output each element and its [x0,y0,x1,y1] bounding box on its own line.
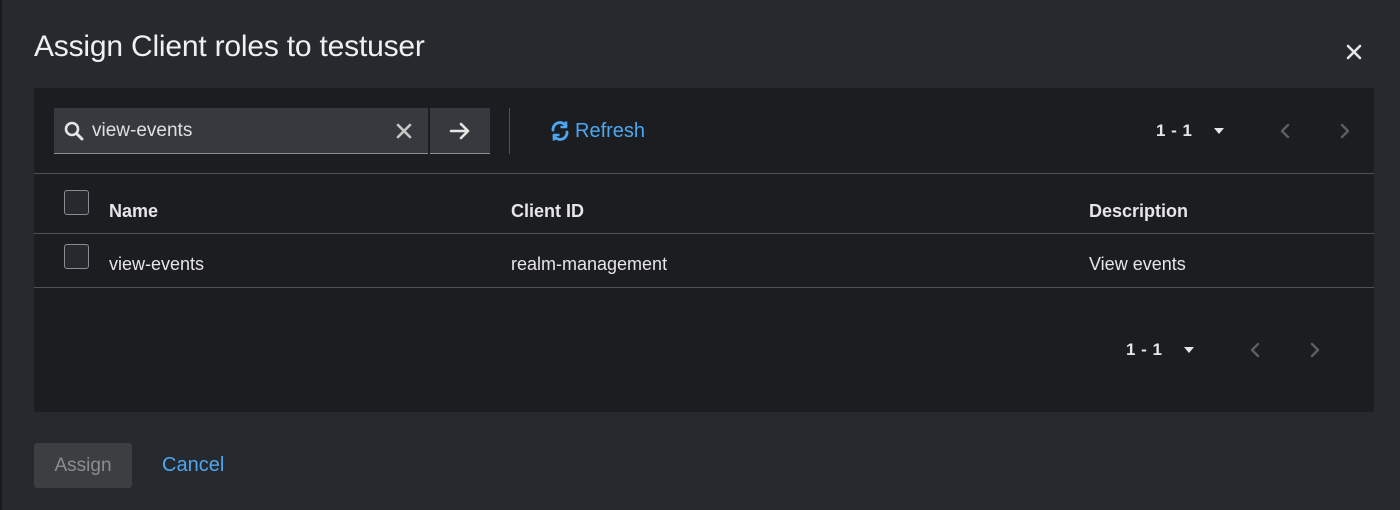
pagination-range: 1 - 1 [1156,121,1193,140]
search-input[interactable] [92,108,382,153]
row-name: view-events [109,254,205,274]
row-description: View events [1089,254,1186,274]
cancel-button[interactable]: Cancel [162,454,224,477]
sync-icon [551,121,569,141]
close-icon [1346,44,1362,60]
arrow-right-icon [449,122,470,139]
chevron-right-icon [1310,342,1319,358]
row-checkbox[interactable] [64,244,89,269]
pagination-range: 1 - 1 [1126,340,1163,359]
chevron-right-icon [1340,123,1349,139]
assign-button[interactable]: Assign [34,443,132,488]
header-name: Name [109,201,159,221]
pagination-bottom: 1 - 1 [1126,337,1335,363]
search-icon [64,121,84,141]
search-submit-button[interactable] [430,108,490,154]
modal-footer: Assign Cancel [34,443,224,488]
caret-down-icon [1183,347,1194,353]
per-page-toggle[interactable] [1213,127,1225,135]
clear-icon [396,123,412,139]
table-row: view-events realm-management View events [34,234,1374,288]
close-button[interactable] [1340,38,1368,66]
roles-table: Name Client ID Description view-events r… [34,174,1374,288]
previous-page-button[interactable] [1235,335,1275,365]
select-all-checkbox[interactable] [64,190,89,215]
refresh-label: Refresh [575,119,646,142]
modal-title: Assign Client roles to testuser [34,30,425,63]
header-client-id: Client ID [511,201,585,221]
previous-page-button[interactable] [1265,116,1305,146]
toolbar: Refresh 1 - 1 [34,88,1374,174]
roles-panel: Refresh 1 - 1 [34,88,1374,412]
chevron-left-icon [1250,342,1259,358]
search-box [54,108,428,154]
assign-roles-modal: Assign Client roles to testuser view-eve… [0,0,1400,510]
next-page-button[interactable] [1295,335,1335,365]
clear-search-button[interactable] [394,121,414,141]
per-page-toggle[interactable] [1183,346,1195,354]
row-client-id: realm-management [511,254,668,274]
refresh-button[interactable]: Refresh [549,118,645,144]
next-page-button[interactable] [1325,116,1365,146]
chevron-left-icon [1280,123,1289,139]
table-header: Name Client ID Description [34,174,1374,234]
toolbar-divider [509,108,510,154]
caret-down-icon [1213,128,1224,134]
pagination-top: 1 - 1 [1156,118,1365,144]
search-group [54,108,490,154]
header-description: Description [1089,201,1189,221]
